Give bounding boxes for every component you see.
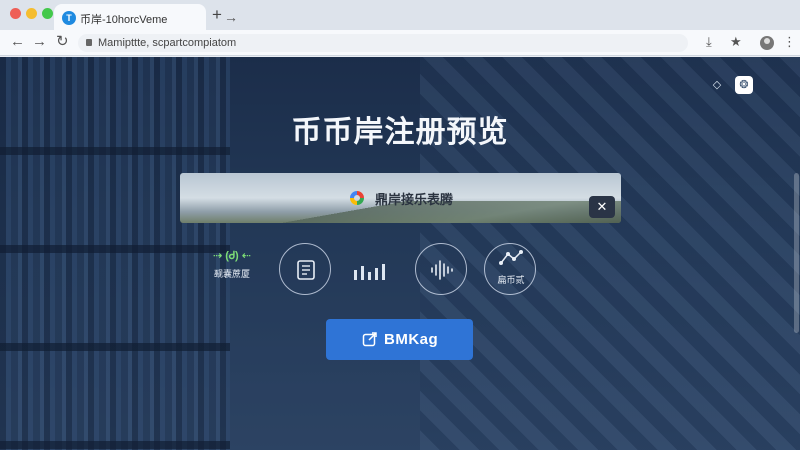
- page-content: ◇ ❂ 币币岸注册预览 鼎岸接乐表腾 ✕ ⇢ (Ꮷ) ⇠ 觋囊蔗厦 扁币贰 BM…: [0, 57, 800, 450]
- address-bar[interactable]: Mamipttte, scpartcompiatom: [78, 34, 688, 52]
- browser-toolbar: ← → ↻ Mamipttte, scpartcompiatom ⤓ ★ ⋮: [0, 30, 800, 56]
- close-window-button[interactable]: [10, 8, 21, 19]
- external-edit-icon: [362, 332, 377, 347]
- tab-title: 币岸-10horcVeme: [80, 14, 168, 26]
- back-icon[interactable]: ←: [10, 33, 25, 51]
- menu-icon[interactable]: ⋮: [783, 34, 796, 50]
- close-banner-button[interactable]: ✕: [589, 196, 615, 218]
- page-scrollbar[interactable]: [794, 173, 799, 333]
- brand-logo-icon: [350, 191, 364, 205]
- equalizer-icon[interactable]: [352, 262, 392, 280]
- star-icon[interactable]: ★: [730, 34, 742, 50]
- document-icon: [297, 260, 315, 280]
- tab-active[interactable]: T 币岸-10horcVeme →: [54, 4, 238, 32]
- forward-icon[interactable]: →: [32, 33, 47, 51]
- minimize-window-button[interactable]: [26, 8, 37, 19]
- page-title: 币币岸注册预览: [291, 116, 509, 149]
- network-feature-label: 扁币贰: [497, 275, 525, 285]
- qa-label: 觋囊蔗厦: [213, 269, 250, 279]
- reload-icon[interactable]: ↻: [56, 33, 69, 51]
- browser-window: T 币岸-10horcVeme → + ← → ↻ Mamipttte, scp…: [0, 0, 800, 450]
- url-text: Mamipttte, scpartcompiatom: [98, 37, 237, 49]
- network-icon: [499, 250, 523, 265]
- document-feature-button[interactable]: [279, 243, 331, 295]
- visibility-icon[interactable]: ◇: [708, 76, 726, 94]
- primary-action-label: BMKag: [384, 331, 439, 348]
- tab-strip: T 币岸-10horcVeme → +: [0, 0, 800, 32]
- maximize-window-button[interactable]: [42, 8, 53, 19]
- download-icon[interactable]: ⤓: [706, 34, 712, 50]
- lock-icon: [86, 39, 92, 46]
- settings-icon[interactable]: ❂: [735, 76, 753, 94]
- audio-wave-feature-button[interactable]: [415, 243, 467, 295]
- forward-tab-icon[interactable]: →: [224, 10, 238, 24]
- banner-text: 鼎岸接乐表腾: [375, 192, 454, 207]
- qa-icon: ⇢ (Ꮷ) ⇠: [213, 250, 251, 262]
- audio-wave-icon: [431, 260, 453, 280]
- banner: 鼎岸接乐表腾: [180, 173, 621, 223]
- qa-feature[interactable]: ⇢ (Ꮷ) ⇠ 觋囊蔗厦: [212, 249, 252, 283]
- profile-icon[interactable]: [760, 36, 774, 50]
- new-tab-button[interactable]: +: [212, 6, 222, 23]
- primary-action-button[interactable]: BMKag: [326, 319, 473, 360]
- app-favicon-icon: T: [62, 11, 76, 25]
- network-feature-button[interactable]: 扁币贰: [484, 243, 536, 295]
